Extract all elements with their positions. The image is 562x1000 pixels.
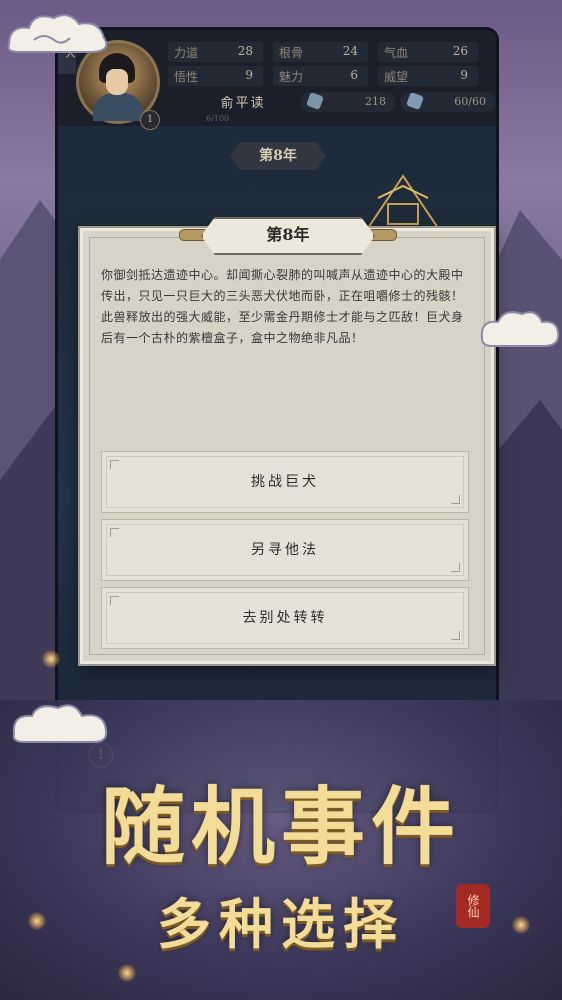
cloud-icon (480, 311, 560, 347)
lantern-glow (118, 964, 136, 982)
choice-label: 另寻他法 (251, 542, 319, 558)
stat-comprehension: 悟性 9 (168, 66, 263, 86)
cloud-icon (12, 704, 108, 743)
stat-value: 26 (452, 44, 468, 58)
character-stats-panel: 灵人 1 力道 28 根骨 24 气血 26 悟性 9 魅力 6 威望 9 俞平… (58, 30, 496, 130)
stat-value: 9 (245, 68, 253, 82)
choice-label: 去别处转转 (242, 610, 328, 626)
stat-value: 28 (237, 44, 253, 58)
stat-value: 6 (350, 68, 358, 82)
stat-charm: 魅力 6 (273, 66, 368, 86)
exp-counter: 6/100 (206, 114, 230, 123)
choice-go-elsewhere-button[interactable]: 去别处转转 (101, 587, 469, 649)
stat-label: 魅力 (279, 70, 304, 84)
choice-other-way-button[interactable]: 另寻他法 (101, 519, 469, 581)
stat-prestige: 威望 9 (378, 66, 478, 86)
promo-headline: 随机事件 (100, 778, 461, 876)
stat-label: 气血 (384, 46, 409, 60)
choice-challenge-dog-button[interactable]: 挑战巨犬 (101, 451, 469, 513)
stat-label: 威望 (384, 70, 409, 84)
spirit-stone-value: 218 (365, 95, 386, 108)
lightning-icon (406, 92, 424, 110)
lantern-glow (42, 650, 60, 668)
stat-label: 悟性 (174, 70, 199, 84)
stat-label: 根骨 (279, 46, 304, 60)
seal-stamp: 修仙 (456, 884, 490, 928)
stat-vitality: 气血 26 (378, 42, 478, 62)
event-story: 你御剑抵达遗迹中心。却闻撕心裂肺的叫喊声从遗迹中心的大殿中传出，只见一只巨大的三… (101, 268, 464, 345)
event-card: 第8年 你御剑抵达遗迹中心。却闻撕心裂肺的叫喊声从遗迹中心的大殿中传出，只见一只… (80, 217, 494, 664)
spirit-stone-counter: 218 (300, 92, 396, 112)
spirit-stone-icon (306, 92, 324, 110)
stat-value: 9 (460, 68, 468, 82)
year-banner: 第8年 (230, 142, 326, 170)
stamina-value: 60/60 (454, 95, 486, 108)
stat-constitution: 根骨 24 (273, 42, 368, 62)
stat-strength: 力道 28 (168, 42, 263, 62)
level-badge: 1 (140, 110, 160, 130)
player-name: 俞平读 (220, 96, 266, 111)
stat-value: 24 (342, 44, 358, 58)
choice-label: 挑战巨犬 (251, 474, 319, 490)
cloud-icon (7, 14, 108, 53)
stamina-counter: 60/60 (400, 92, 496, 112)
event-title: 第8年 (201, 217, 375, 255)
stat-label: 力道 (174, 46, 199, 60)
